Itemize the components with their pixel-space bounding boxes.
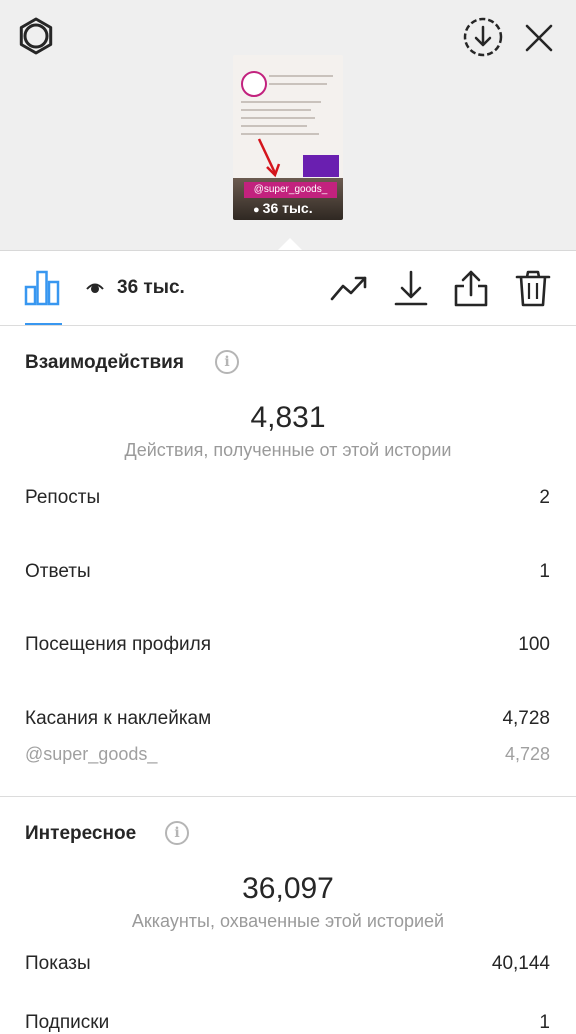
eye-icon bbox=[86, 283, 104, 293]
thumbnail-views-label: 36 тыс. bbox=[262, 200, 313, 216]
views-count: 36 тыс. bbox=[117, 277, 185, 298]
discovery-total-caption: Аккаунты, охваченные этой историей bbox=[131, 911, 445, 931]
metric-label-profile-visits: Посещения профиля bbox=[25, 634, 211, 655]
thumbnail-text-line bbox=[269, 75, 333, 77]
interactions-title: Взаимодействия bbox=[25, 352, 184, 373]
trend-icon[interactable] bbox=[329, 269, 369, 307]
metric-value-follows: 1 bbox=[539, 1012, 550, 1033]
insights-toolbar: 36 тыс. bbox=[0, 251, 576, 326]
eye-icon: ● bbox=[253, 204, 260, 216]
share-icon[interactable] bbox=[451, 269, 491, 307]
settings-gear-icon[interactable] bbox=[16, 16, 56, 56]
metric-value-reposts: 2 bbox=[539, 487, 550, 508]
thumbnail-purple-note bbox=[303, 155, 339, 177]
metric-label-sticker-taps: Касания к наклейкам bbox=[25, 708, 212, 729]
story-thumbnail[interactable]: @super_goods_ ● 36 тыс. bbox=[233, 55, 343, 220]
active-tab-indicator bbox=[25, 323, 62, 325]
metric-label-follows: Подписки bbox=[25, 1012, 110, 1033]
thumbnail-text-line bbox=[241, 101, 321, 103]
download-circle-icon[interactable] bbox=[462, 16, 504, 58]
thumbnail-text-line bbox=[241, 133, 319, 135]
metric-value-impressions: 40,144 bbox=[491, 953, 550, 974]
metric-label-reposts: Репосты bbox=[25, 487, 101, 508]
thumbnail-text-line bbox=[241, 109, 311, 111]
thumbnail-avatar bbox=[241, 71, 267, 97]
thumbnail-red-arrow-icon bbox=[257, 138, 281, 178]
interactions-total: 4,831 bbox=[250, 401, 326, 434]
sticker-detail-label: @super_goods_ bbox=[25, 744, 158, 764]
thumbnail-text-line bbox=[241, 117, 315, 119]
close-icon[interactable] bbox=[521, 20, 557, 56]
metric-label-replies: Ответы bbox=[25, 561, 91, 582]
thumbnail-text-line bbox=[269, 83, 327, 85]
discovery-total: 36,097 bbox=[242, 872, 334, 905]
preview-pointer bbox=[278, 238, 302, 250]
trash-icon[interactable] bbox=[513, 269, 553, 307]
sticker-detail-value: 4,728 bbox=[504, 744, 550, 764]
metric-label-impressions: Показы bbox=[25, 953, 91, 974]
interactions-total-caption: Действия, полученные от этой истории bbox=[124, 440, 452, 460]
thumbnail-mention-sticker: @super_goods_ bbox=[244, 182, 337, 198]
metric-value-sticker-taps: 4,728 bbox=[502, 708, 550, 729]
info-icon[interactable]: i bbox=[165, 821, 189, 845]
thumbnail-text-line bbox=[241, 125, 307, 127]
story-preview-area: @super_goods_ ● 36 тыс. bbox=[0, 0, 576, 251]
thumbnail-views: ● 36 тыс. bbox=[253, 200, 313, 216]
metric-value-replies: 1 bbox=[539, 561, 550, 582]
info-icon[interactable]: i bbox=[215, 350, 239, 374]
discovery-title: Интересное bbox=[25, 823, 137, 844]
stats-bar-chart-icon[interactable] bbox=[22, 269, 62, 307]
download-icon[interactable] bbox=[391, 269, 431, 307]
metric-value-profile-visits: 100 bbox=[518, 634, 550, 655]
section-divider bbox=[0, 796, 576, 797]
